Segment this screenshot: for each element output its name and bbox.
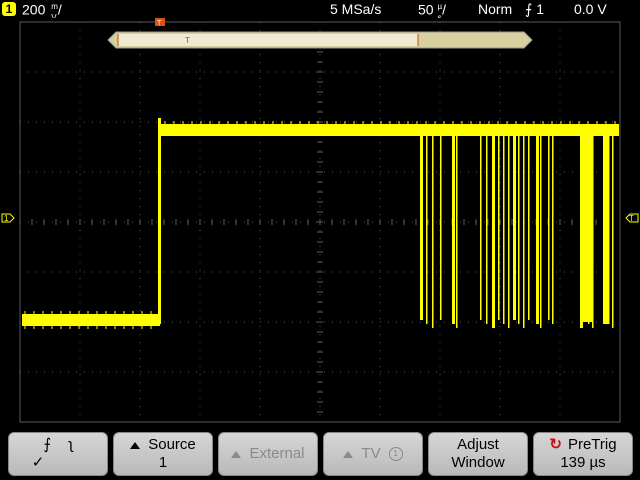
rising-edge-icon: ⨍	[525, 1, 533, 17]
trigger-position-label: T	[157, 20, 162, 27]
memory-trigger-marker: T	[185, 36, 190, 45]
channel-badge[interactable]: 1	[2, 2, 16, 16]
adjust-label: Adjust	[457, 436, 499, 453]
falling-slope-icon: ʅ	[69, 436, 73, 453]
trigger-level-label: T	[629, 214, 634, 223]
tv-channel-badge: 1	[388, 447, 403, 461]
window-label: Window	[451, 454, 505, 471]
status-bar: 1 200 m V / 5 MSa/s 50 µ s / Norm ⨍ 1 0.…	[0, 0, 640, 22]
menu-arrow-icon	[130, 441, 141, 449]
trigger-mode[interactable]: Norm	[478, 0, 512, 18]
sample-rate: 5 MSa/s	[330, 1, 382, 17]
source-value: 1	[158, 454, 168, 471]
time-value: 50	[418, 1, 434, 18]
external-softkey[interactable]: External	[218, 432, 318, 476]
source-softkey[interactable]: Source 1	[113, 432, 213, 476]
softkey-bar: ⨍ ʅ ✓ Source 1 External TV 1 Adjust Wind…	[0, 430, 640, 480]
waveform-display[interactable]: T T 1 T	[0, 18, 640, 430]
adjust-window-softkey[interactable]: Adjust Window	[428, 432, 528, 476]
source-label: Source	[148, 436, 196, 453]
rotate-knob-icon: ↻	[549, 436, 562, 453]
tv-softkey[interactable]: TV 1	[323, 432, 423, 476]
channel-ground-marker[interactable]: 1	[1, 213, 15, 223]
trigger-source-value: 1	[536, 1, 544, 17]
trigger-source[interactable]: ⨍ 1	[525, 0, 544, 18]
pretrig-label: PreTrig	[567, 436, 617, 453]
rising-slope-icon: ⨍	[43, 436, 52, 453]
volts-value: 200	[22, 1, 46, 18]
volts-unit-prefix: m	[51, 2, 58, 11]
menu-arrow-icon	[231, 450, 242, 458]
channel-ground-label: 1	[4, 214, 9, 223]
trigger-level[interactable]: 0.0 V	[574, 0, 607, 18]
memory-bar[interactable]: T	[107, 31, 533, 49]
slope-softkey[interactable]: ⨍ ʅ ✓	[8, 432, 108, 476]
pretrig-value: 139 µs	[560, 454, 606, 471]
external-label: External	[249, 445, 305, 462]
trigger-level-marker[interactable]: T	[625, 213, 639, 223]
graticule: T T 1 T	[1, 18, 639, 423]
menu-arrow-icon	[343, 450, 354, 458]
tv-label: TV	[361, 445, 381, 462]
grid-lines	[19, 21, 621, 423]
slope-selected-check: ✓	[31, 454, 45, 471]
trigger-position-marker[interactable]: T	[155, 18, 165, 27]
pretrig-softkey[interactable]: ↻ PreTrig 139 µs	[533, 432, 633, 476]
